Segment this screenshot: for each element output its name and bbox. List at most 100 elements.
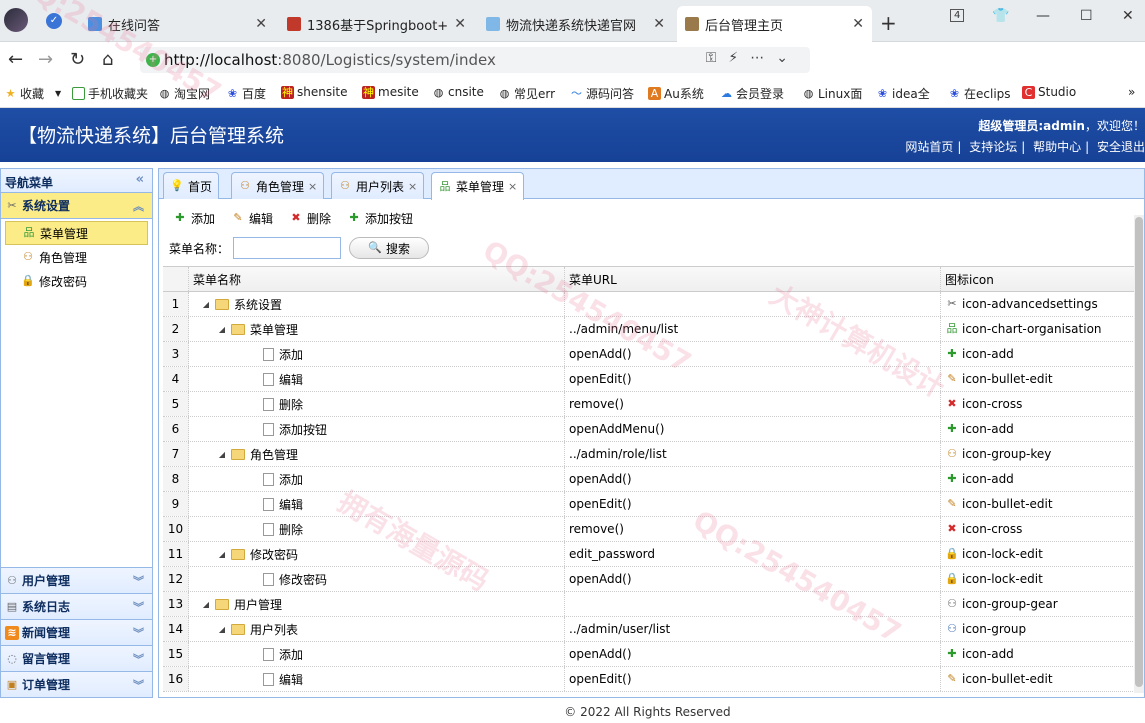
delete-button[interactable]: ✖ 删除 <box>289 210 331 227</box>
tab-close-icon[interactable]: × <box>308 180 317 193</box>
table-row[interactable]: 11 ◢ 修改密码 edit_password 🔒 icon-lock-edit <box>163 542 1135 567</box>
sidebar-group-logs[interactable]: ▤ 系统日志 ︾ <box>1 593 152 619</box>
more-bookmarks-icon[interactable]: » <box>1128 85 1135 99</box>
bookmark-item[interactable]: A Au系统 <box>648 85 704 102</box>
bookmark-item[interactable]: ◍ Linux面 <box>802 85 863 102</box>
tab-close-icon[interactable]: × <box>508 180 517 193</box>
tree-expand-icon[interactable]: ◢ <box>200 300 212 309</box>
close-window-icon[interactable]: ✕ <box>1122 8 1134 24</box>
table-row[interactable]: 13 ◢ 用户管理 ⚇ icon-group-gear <box>163 592 1135 617</box>
add-button[interactable]: ✚ 添加 <box>173 210 215 227</box>
profile-avatar[interactable] <box>4 8 28 32</box>
bookmark-item[interactable]: ☁ 会员登录 <box>720 85 784 102</box>
sidebar-group-orders[interactable]: ▣ 订单管理 ︾ <box>1 671 152 697</box>
tab-user-list[interactable]: ⚇ 用户列表 × <box>331 172 425 199</box>
table-row[interactable]: 4 编辑 openEdit() ✎ icon-bullet-edit <box>163 367 1135 392</box>
table-row[interactable]: 9 编辑 openEdit() ✎ icon-bullet-edit <box>163 492 1135 517</box>
url-tools-icon[interactable]: ⚿⚡⋯⌄ <box>706 50 800 66</box>
bookmark-item[interactable]: 神 shensite <box>281 85 348 99</box>
column-header-icon[interactable]: 图标icon <box>941 267 1135 291</box>
sidebar-group-messages[interactable]: ◌ 留言管理 ︾ <box>1 645 152 671</box>
link-home[interactable]: 网站首页 <box>905 140 953 154</box>
minimize-icon[interactable]: — <box>1036 8 1050 24</box>
bookmark-item[interactable]: ◍ 常见err <box>498 85 555 102</box>
table-row[interactable]: 15 添加 openAdd() ✚ icon-add <box>163 642 1135 667</box>
table-row[interactable]: 16 编辑 openEdit() ✎ icon-bullet-edit <box>163 667 1135 692</box>
new-tab-icon[interactable]: + <box>880 11 897 35</box>
reload-icon[interactable]: ↻ <box>70 49 85 70</box>
bookmark-item[interactable]: ❀ 百度 <box>226 85 266 102</box>
bookmark-item[interactable]: 手机收藏夹 <box>72 85 148 102</box>
bookmark-item[interactable]: ❀ 在eclips <box>948 85 1011 102</box>
tab-close-icon[interactable]: ✕ <box>255 16 267 32</box>
bookmark-item[interactable]: ★ 收藏 ▼ <box>4 85 62 102</box>
tab-close-icon[interactable]: ✕ <box>454 16 466 32</box>
url-field[interactable]: + http://localhost:8080/Logistics/system… <box>140 47 810 73</box>
home-icon[interactable]: ⌂ <box>102 49 113 70</box>
sidebar-group-system[interactable]: ✂ 系统设置 ︽ <box>1 193 152 219</box>
tree-expand-icon[interactable]: ◢ <box>216 450 228 459</box>
chevron-down-icon[interactable]: ︾ <box>133 599 144 615</box>
sidebar-group-users[interactable]: ⚇ 用户管理 ︾ <box>1 567 152 593</box>
chevron-down-icon[interactable]: ︾ <box>133 651 144 667</box>
browser-tab-4[interactable]: 后台管理主页 ✕ <box>677 6 872 42</box>
link-forum[interactable]: 支持论坛 <box>969 140 1017 154</box>
tab-home[interactable]: 💡 首页 <box>163 172 220 199</box>
chevron-down-icon[interactable]: ︾ <box>133 625 144 641</box>
collapse-left-icon[interactable]: « <box>136 172 144 187</box>
browser-tab-1[interactable]: 在线问答 ✕ <box>80 6 275 42</box>
bookmark-item[interactable]: ◍ cnsite <box>432 85 484 99</box>
tab-close-icon[interactable]: ✕ <box>852 16 864 32</box>
bookmark-item[interactable]: 神 mesite <box>362 85 419 99</box>
table-row[interactable]: 5 删除 remove() ✖ icon-cross <box>163 392 1135 417</box>
table-row[interactable]: 8 添加 openAdd() ✚ icon-add <box>163 467 1135 492</box>
table-row[interactable]: 2 ◢ 菜单管理 ../admin/menu/list 品 icon-chart-orga… <box>163 317 1135 342</box>
tree-expand-icon[interactable]: ◢ <box>216 625 228 634</box>
column-header-url[interactable]: 菜单URL <box>565 267 941 291</box>
shirt-icon[interactable]: 👕 <box>992 8 1009 24</box>
table-row[interactable]: 6 添加按钮 openAddMenu() ✚ icon-add <box>163 417 1135 442</box>
chevron-down-icon[interactable]: ︾ <box>133 677 144 693</box>
sidebar-item-menu-manage[interactable]: 品 菜单管理 <box>5 221 148 245</box>
edit-button-label: 编辑 <box>249 211 274 226</box>
tab-close-icon[interactable]: × <box>408 180 417 193</box>
bookmark-item[interactable]: 〜源码问答 <box>570 85 634 102</box>
cell-menu-url: ../admin/menu/list <box>565 317 941 341</box>
table-row[interactable]: 10 删除 remove() ✖ icon-cross <box>163 517 1135 542</box>
tab-role-manage[interactable]: ⚇ 角色管理 × <box>231 172 325 199</box>
chevron-down-icon[interactable]: ︾ <box>133 573 144 589</box>
sidebar-item-change-password[interactable]: 🔒 修改密码 <box>1 269 152 293</box>
table-row[interactable]: 1 ◢ 系统设置 ✂ icon-advancedsettings <box>163 292 1135 317</box>
maximize-icon[interactable]: ☐ <box>1080 8 1093 24</box>
menu-name-search-input[interactable] <box>233 237 342 259</box>
tab-menu-manage[interactable]: 品 菜单管理 × <box>431 172 525 200</box>
back-icon[interactable]: ← <box>8 49 23 70</box>
grid-scrollbar[interactable] <box>1134 215 1144 693</box>
tree-expand-icon[interactable]: ◢ <box>200 600 212 609</box>
sidebar-group-news[interactable]: ≋ 新闻管理 ︾ <box>1 619 152 645</box>
link-help[interactable]: 帮助中心 <box>1033 140 1081 154</box>
add-menu-button[interactable]: ✚ 添加按钮 <box>347 210 413 227</box>
browser-tab-3[interactable]: 物流快递系统快递官网 ✕ <box>478 6 673 42</box>
bookmark-item[interactable]: C Studio <box>1022 85 1076 99</box>
tab-count-badge[interactable]: 4 <box>950 9 965 22</box>
table-row[interactable]: 7 ◢ 角色管理 ../admin/role/list ⚇ icon-group-key <box>163 442 1135 467</box>
column-header-name[interactable]: 菜单名称 <box>189 267 565 291</box>
browser-menu-icon[interactable]: ✓ <box>46 13 62 29</box>
scrollbar-thumb[interactable] <box>1135 217 1143 687</box>
table-row[interactable]: 3 添加 openAdd() ✚ icon-add <box>163 342 1135 367</box>
table-row[interactable]: 12 修改密码 openAdd() 🔒 icon-lock-edit <box>163 567 1135 592</box>
bookmark-item[interactable]: ❀ idea全 <box>876 85 930 102</box>
table-row[interactable]: 14 ◢ 用户列表 ../admin/user/list ⚇ icon-group <box>163 617 1135 642</box>
sidebar-item-role-manage[interactable]: ⚇ 角色管理 <box>1 245 152 269</box>
search-button[interactable]: 🔍 搜索 <box>349 237 430 259</box>
edit-button[interactable]: ✎ 编辑 <box>231 210 273 227</box>
link-logout[interactable]: 安全退出 <box>1097 140 1145 154</box>
tree-expand-icon[interactable]: ◢ <box>216 325 228 334</box>
tab-close-icon[interactable]: ✕ <box>653 16 665 32</box>
chevron-up-icon[interactable]: ︽ <box>133 198 144 214</box>
browser-tab-2[interactable]: 1386基于Springboot+L ✕ <box>279 6 474 42</box>
tree-expand-icon[interactable]: ◢ <box>216 550 228 559</box>
bookmark-item[interactable]: ◍ 淘宝网 <box>158 85 210 102</box>
forward-icon[interactable]: → <box>38 49 53 70</box>
